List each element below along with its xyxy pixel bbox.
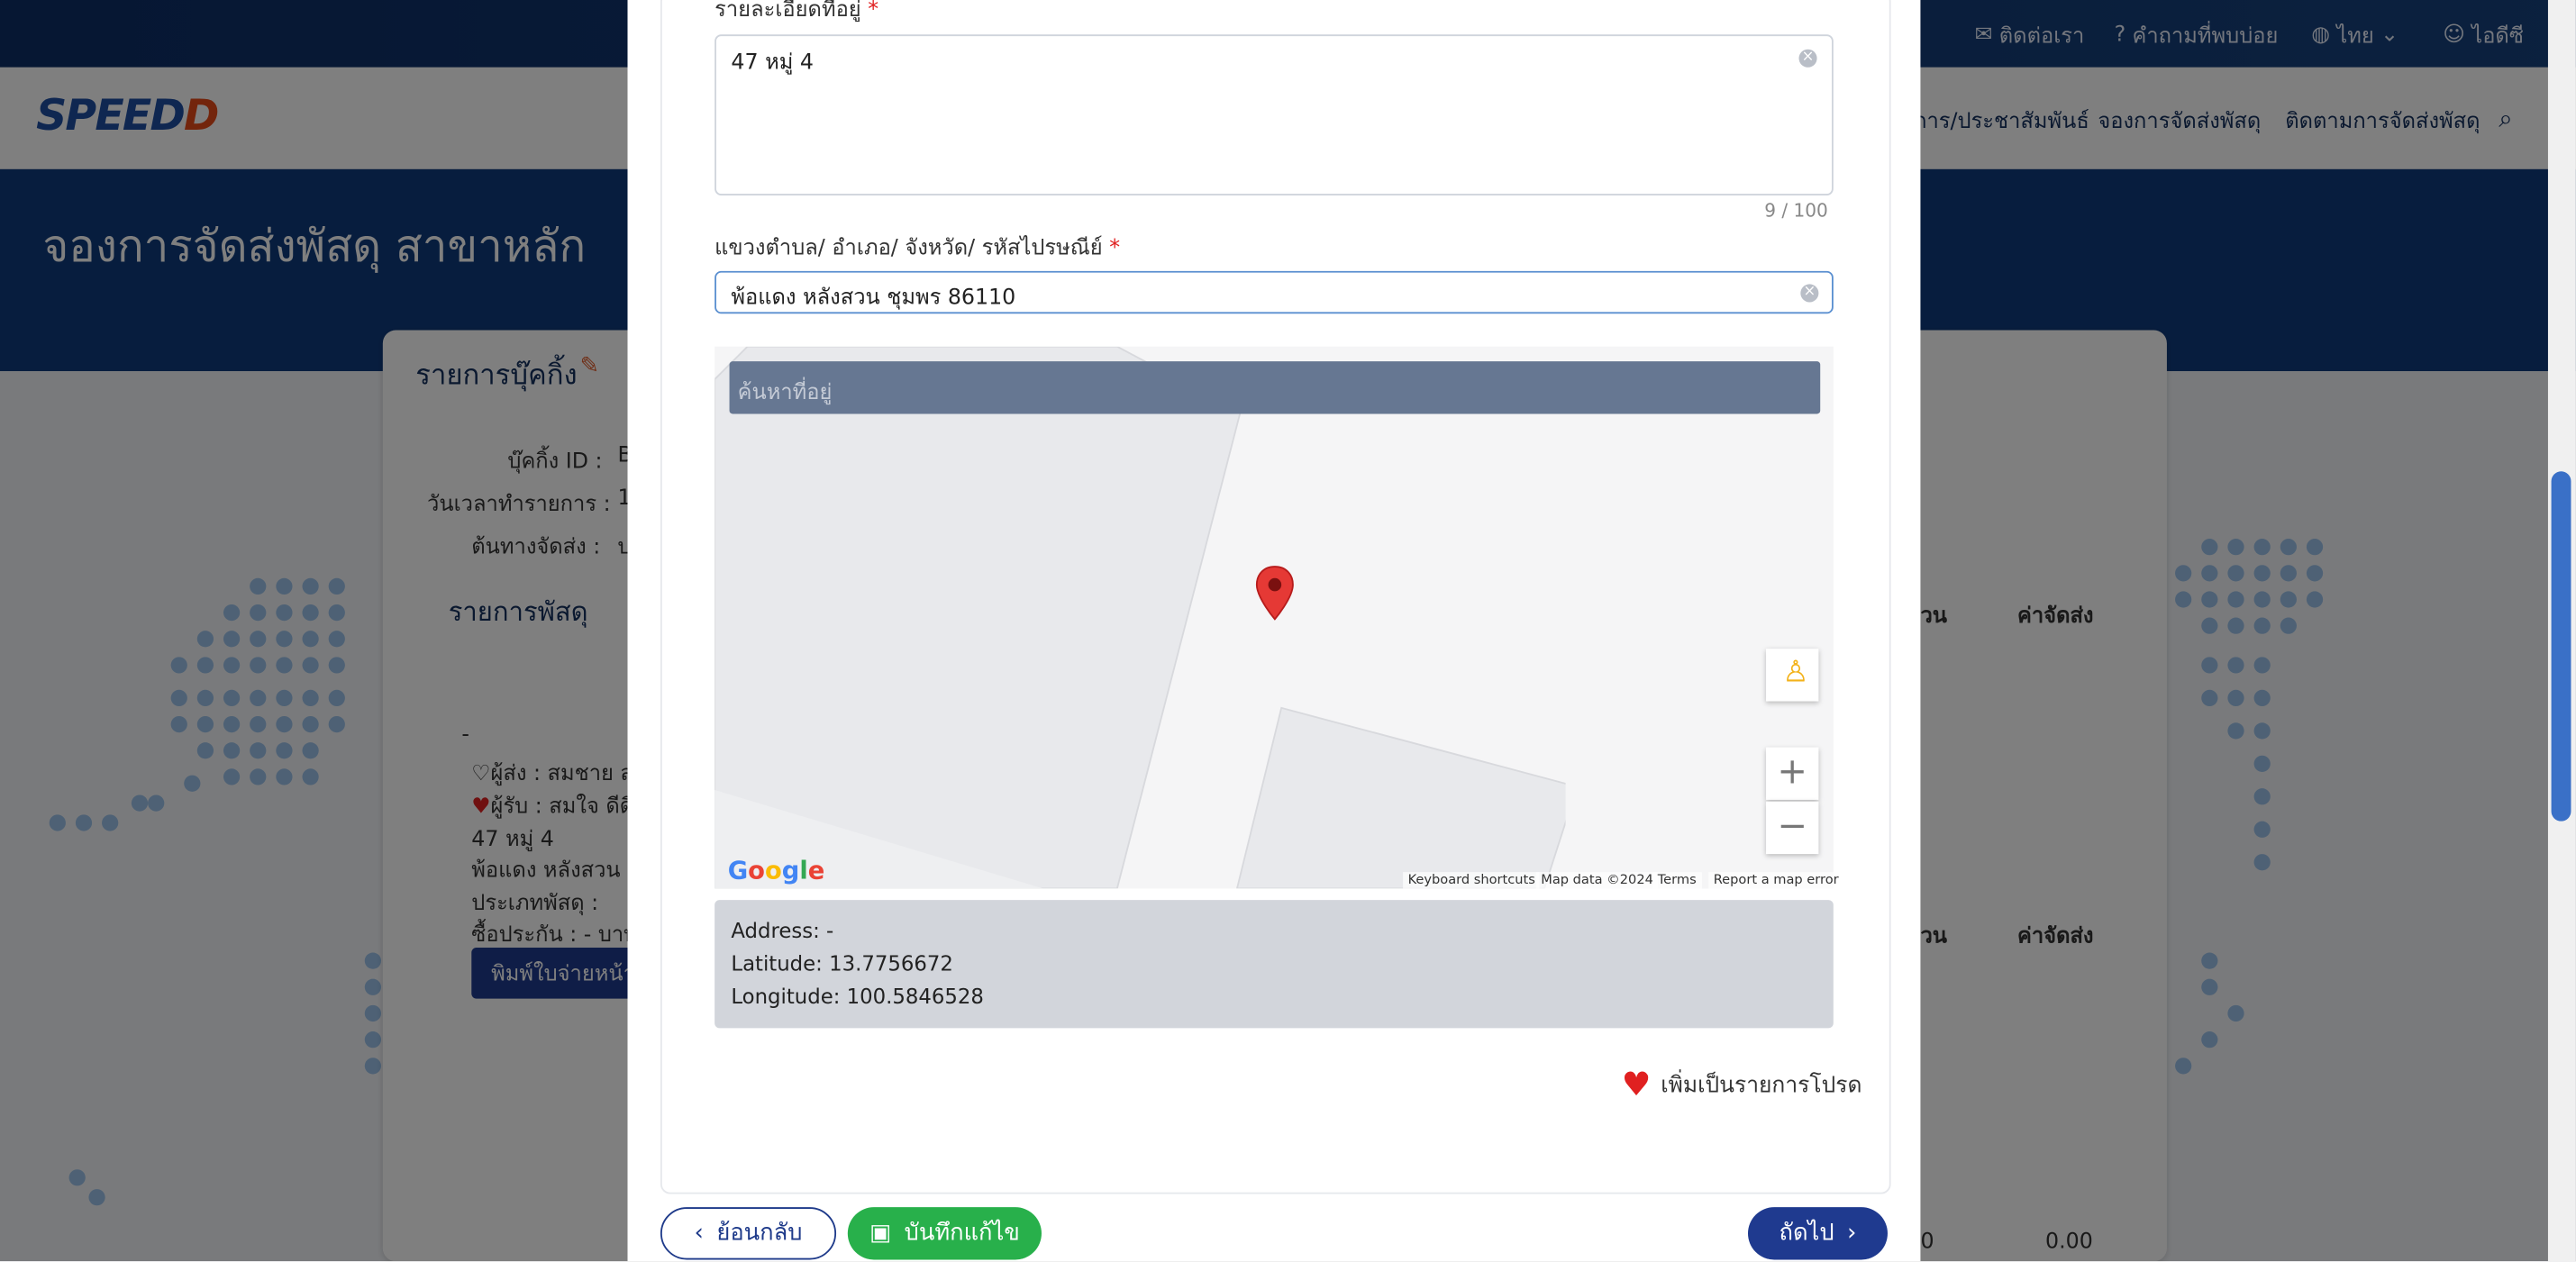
required-mark: * xyxy=(868,0,879,23)
region-label: แขวงตำบล/ อำเภอ/ จังหวัด/ รหัสไปรษณีย์ * xyxy=(715,230,1120,264)
report-map-error-link[interactable]: Report a map error xyxy=(1708,872,1844,889)
map-search-input[interactable]: ค้นหาที่อยู่ xyxy=(729,361,1821,414)
scrollbar-thumb[interactable] xyxy=(2551,471,2571,822)
location-info-box: Address: - Latitude: 13.7756672 Longitud… xyxy=(715,900,1834,1029)
map-data-label: Map data ©2024 xyxy=(1535,872,1659,889)
address-value: 47 หมู่ 4 xyxy=(731,50,814,76)
back-label: ย้อนกลับ xyxy=(716,1220,803,1247)
heart-icon: ♥ xyxy=(1621,1064,1652,1104)
save-label: บันทึกแก้ไข xyxy=(904,1220,1020,1247)
add-favorite-label: เพิ่มเป็นรายการโปรด xyxy=(1661,1072,1862,1099)
clear-region-icon[interactable]: × xyxy=(1800,284,1819,303)
save-edit-button[interactable]: ▣ บันทึกแก้ไข xyxy=(847,1207,1042,1260)
chevron-right-icon: › xyxy=(1847,1220,1857,1247)
next-button[interactable]: ถัดไป › xyxy=(1747,1207,1888,1260)
add-favorite-toggle[interactable]: ♥ เพิ่มเป็นรายการโปรด xyxy=(1622,1064,1862,1103)
street-view-pegman-icon[interactable]: ♙ xyxy=(1766,649,1819,702)
location-address: Address: - xyxy=(731,918,834,943)
address-textarea[interactable]: 47 หมู่ 4 xyxy=(715,34,1834,195)
region-input[interactable]: พ้อแดง หลังสวน ชุมพร 86110 xyxy=(715,270,1834,314)
char-counter: 9 / 100 xyxy=(1764,200,1828,222)
google-logo: Google xyxy=(727,855,825,885)
clear-address-icon[interactable]: × xyxy=(1798,49,1817,68)
address-label: รายละเอียดที่อยู่ * xyxy=(715,0,878,26)
next-label: ถัดไป xyxy=(1779,1220,1834,1247)
required-mark-2: * xyxy=(1109,236,1121,261)
back-button[interactable]: ‹ ย้อนกลับ xyxy=(660,1207,837,1260)
zoom-out-button[interactable]: − xyxy=(1766,801,1819,855)
address-label-text: รายละเอียดที่อยู่ xyxy=(715,0,861,23)
zoom-in-button[interactable]: + xyxy=(1766,747,1819,800)
region-value: พ้อแดง หลังสวน ชุมพร 86110 xyxy=(731,286,1016,311)
keyboard-shortcuts-link[interactable]: Keyboard shortcuts xyxy=(1403,872,1541,889)
location-latitude: Latitude: 13.7756672 xyxy=(731,950,953,976)
viewport: ✉ติดต่อเรา ?คำถามที่พบบ่อย ◍ไทย⌄ ☺ไอดีซี… xyxy=(0,0,2576,1262)
map-pin-icon[interactable] xyxy=(1255,565,1295,621)
chevron-left-icon: ‹ xyxy=(694,1220,704,1247)
map-search-placeholder: ค้นหาที่อยู่ xyxy=(737,381,833,406)
region-label-text: แขวงตำบล/ อำเภอ/ จังหวัด/ รหัสไปรษณีย์ xyxy=(715,236,1103,261)
save-icon: ▣ xyxy=(869,1220,892,1247)
location-longitude: Longitude: 100.5846528 xyxy=(731,984,984,1009)
terms-link[interactable]: Terms xyxy=(1652,872,1702,889)
